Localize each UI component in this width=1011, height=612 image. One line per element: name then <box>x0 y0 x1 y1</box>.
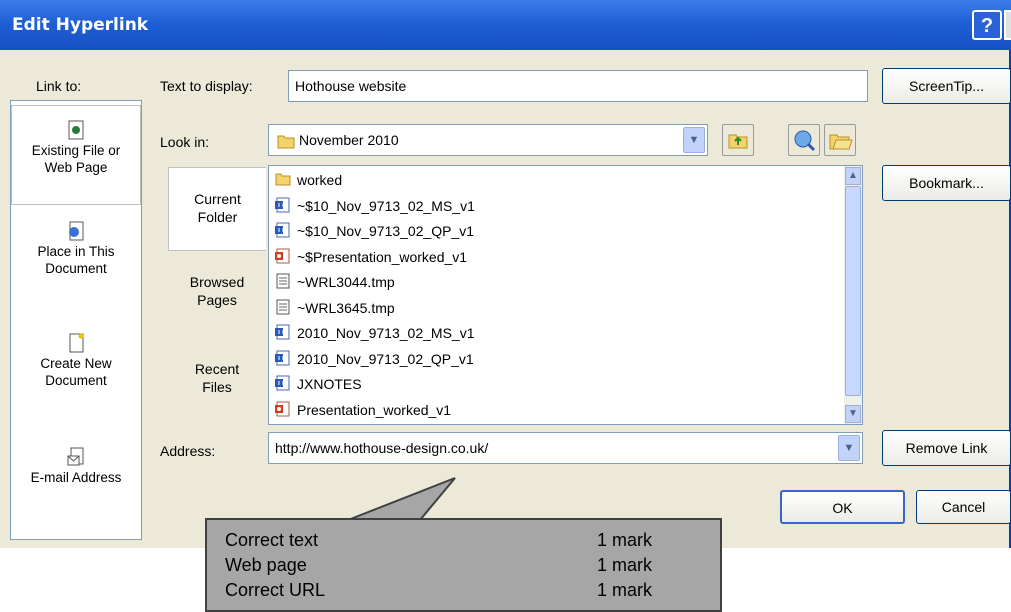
callout-marks: 1 mark <box>597 530 653 550</box>
callout-row: Correct URL 1 mark <box>225 580 695 602</box>
callout-row: Web page 1 mark <box>225 555 695 577</box>
callout-row: Correct text 1 mark <box>225 530 695 552</box>
callout-item: Web page <box>225 555 307 575</box>
callout-item: Correct text <box>225 530 319 550</box>
callout-marks: 1 mark <box>597 555 653 575</box>
callout-marks: 1 mark <box>597 580 653 600</box>
marking-callout: Correct text 1 mark Web page 1 mark Corr… <box>205 518 722 612</box>
callout-item: Correct URL <box>225 580 326 600</box>
